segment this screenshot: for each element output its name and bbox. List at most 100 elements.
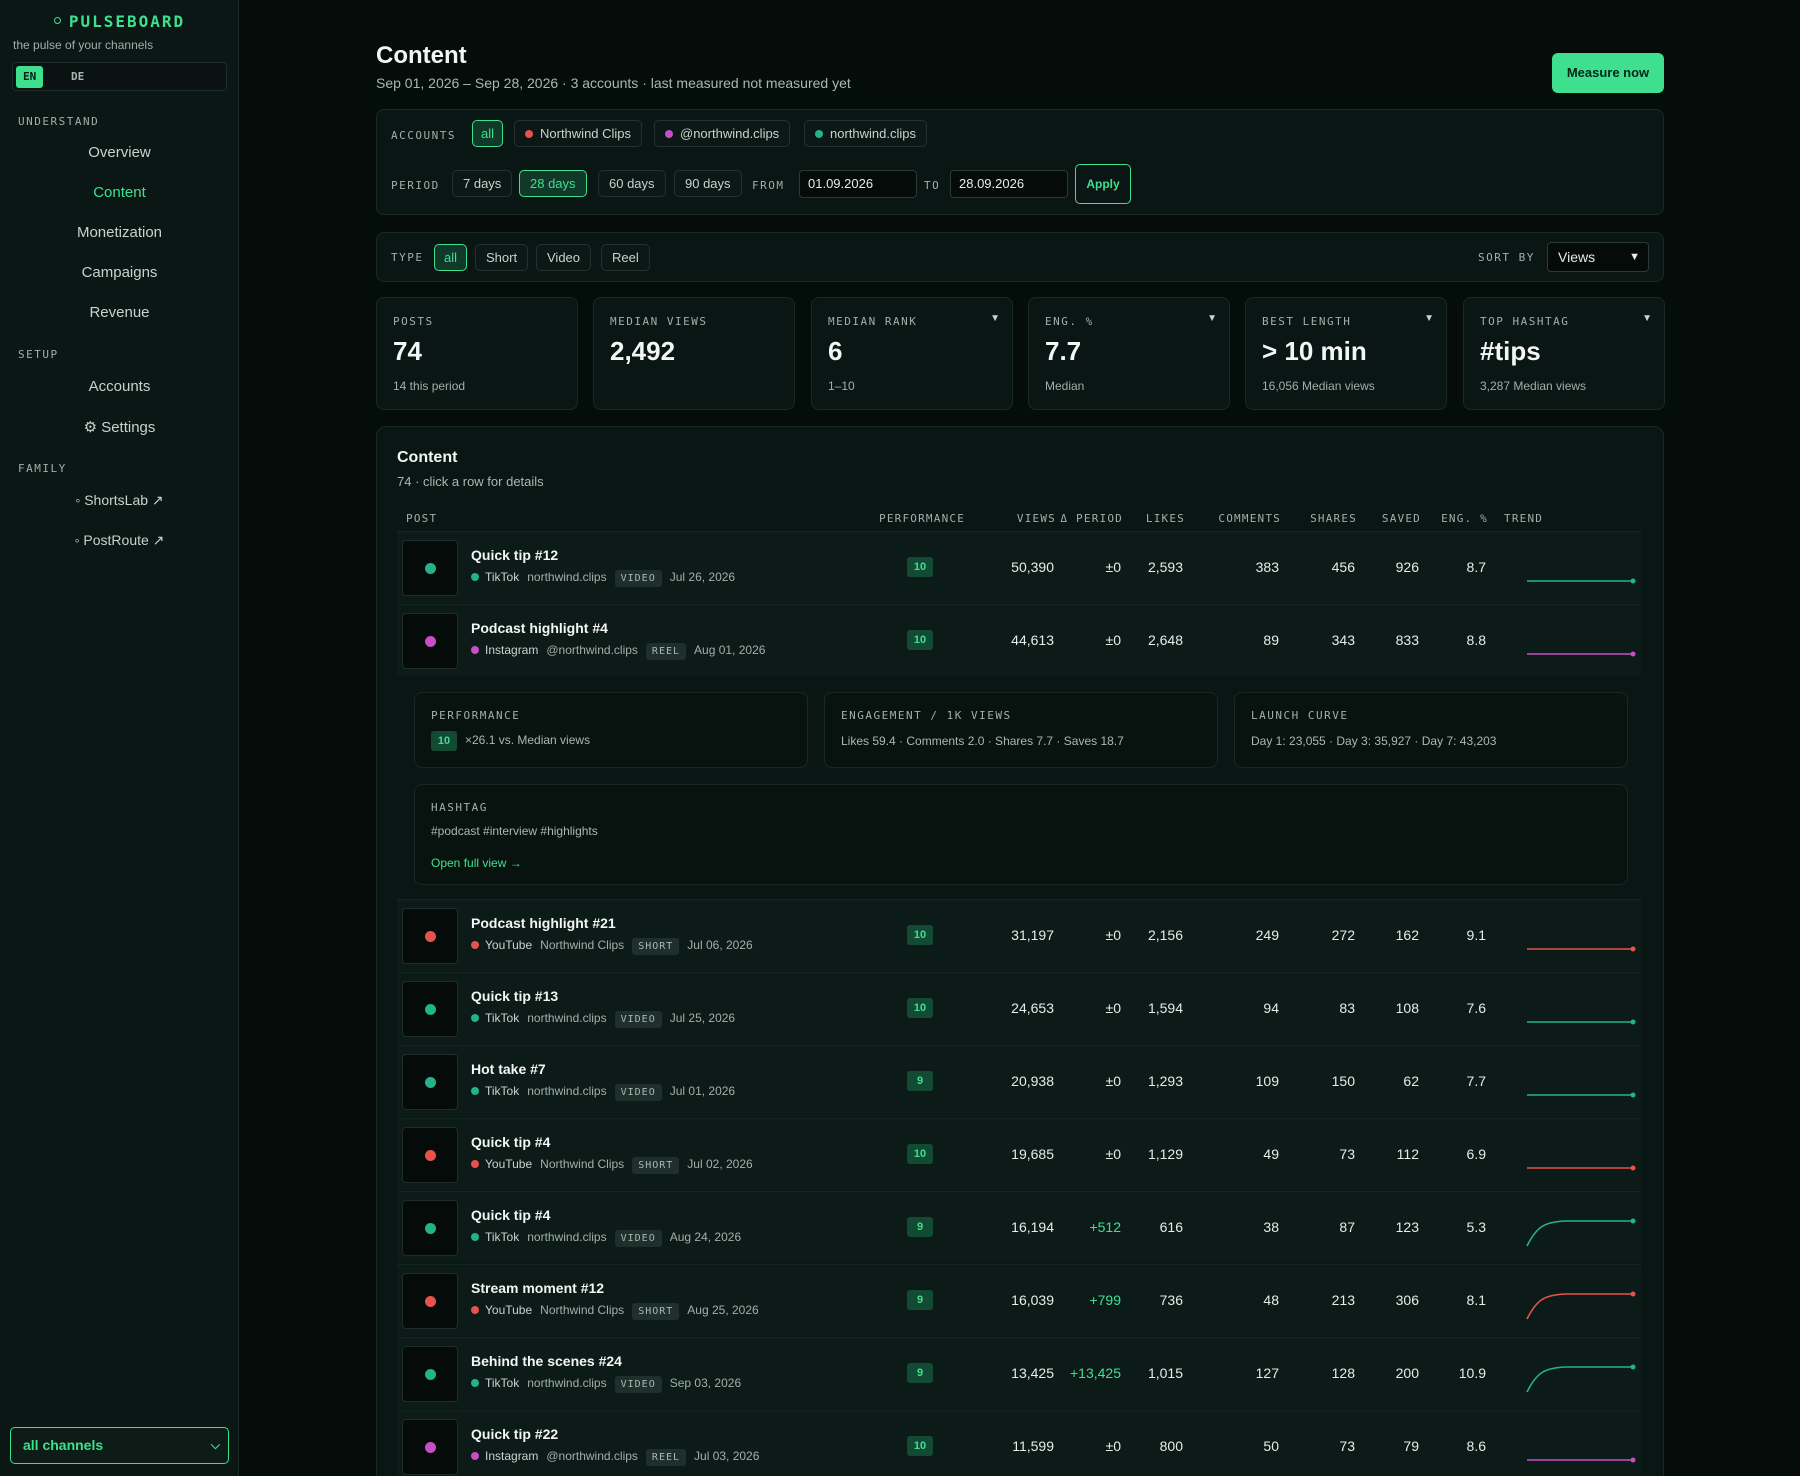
platform-dot-icon <box>471 645 479 654</box>
post-title: Quick tip #22 <box>471 1426 559 1442</box>
column-header-trend: TREND <box>1504 512 1544 525</box>
post-account: northwind.clips <box>527 1011 607 1025</box>
post-platform: Instagram <box>485 643 539 657</box>
kpi-card-median-rank[interactable]: MEDIAN RANK ▼ 6 1–10 <box>811 297 1013 410</box>
brand-logo[interactable]: PULSEBOARD <box>0 12 239 31</box>
dropdown-triangle-icon[interactable]: ▼ <box>1424 313 1434 324</box>
table-row[interactable]: Behind the scenes #24 TikTok northwind.cli… <box>397 1337 1641 1409</box>
post-title: Quick tip #13 <box>471 988 559 1004</box>
post-thumbnail <box>402 1419 458 1475</box>
column-header-comments[interactable]: COMMENTS <box>1218 512 1281 525</box>
post-title: Stream moment #12 <box>471 1280 605 1296</box>
account-chip-all[interactable]: all <box>472 120 504 147</box>
account-chip-instagram[interactable]: @northwind.clips <box>654 120 791 147</box>
period-chip-7-days[interactable]: 7 days <box>452 170 513 197</box>
trend-end-point <box>1630 1218 1636 1224</box>
performance-badge: 10 <box>907 1144 933 1164</box>
type-chip-video[interactable]: Video <box>536 244 592 271</box>
nav-item-shortslab[interactable]: ◦ ShortsLab ↗ <box>0 492 239 509</box>
cell-shares: 456 <box>1331 559 1355 575</box>
table-row[interactable]: Quick tip #4 TikTok northwind.clips VIDEO Au… <box>397 1191 1641 1263</box>
kpi-card-top-hashtag[interactable]: TOP HASHTAG ▼ #tips 3,287 Median views <box>1463 297 1665 410</box>
column-header-performance[interactable]: PERFORMANCE <box>879 512 965 525</box>
column-header-likes[interactable]: LIKES <box>1146 512 1185 525</box>
platform-dot-icon <box>471 1013 479 1022</box>
column-header-eng[interactable]: ENG. % <box>1441 512 1488 525</box>
nav-item-overview[interactable]: Overview <box>0 144 239 161</box>
nav-item-monetization[interactable]: Monetization <box>0 224 239 241</box>
trend-line <box>1526 1366 1633 1393</box>
table-row[interactable]: Hot take #7 TikTok northwind.clips VIDEO Jul… <box>397 1045 1641 1117</box>
dropdown-triangle-icon[interactable]: ▼ <box>1642 313 1652 324</box>
column-header-post[interactable]: POST <box>406 512 437 525</box>
performance-badge: 9 <box>907 1217 933 1237</box>
cell-saved: 200 <box>1395 1365 1419 1381</box>
period-chip-60-days[interactable]: 60 days <box>598 170 666 197</box>
cell-saved: 833 <box>1395 632 1419 648</box>
cell-views: 31,197 <box>1011 927 1054 943</box>
open-full-view-link[interactable]: Open full view → <box>431 856 522 870</box>
cell-saved: 62 <box>1403 1073 1419 1089</box>
post-account: northwind.clips <box>527 570 607 584</box>
lang-en-button[interactable]: EN <box>16 66 44 88</box>
post-thumbnail <box>402 613 458 669</box>
dropdown-triangle-icon[interactable]: ▼ <box>1207 313 1217 324</box>
nav-section-setup: SETUP <box>18 348 59 361</box>
post-meta: TikTok northwind.clips VIDEO Jul 26, 2026 <box>471 570 735 587</box>
column-header-saved[interactable]: SAVED <box>1382 512 1421 525</box>
kpi-card-eng[interactable]: ENG. % ▼ 7.7 Median <box>1028 297 1230 410</box>
column-header-shares[interactable]: SHARES <box>1310 512 1357 525</box>
account-chip-northwind-clips[interactable]: Northwind Clips <box>514 120 643 147</box>
lang-de-button[interactable]: DE <box>64 66 91 88</box>
cell-comments: 94 <box>1263 1000 1279 1016</box>
column-header-delta-period[interactable]: Δ PERIOD <box>1060 512 1123 525</box>
table-row[interactable]: Quick tip #12 TikTok northwind.clips VIDEO J… <box>397 531 1641 603</box>
post-account: Northwind Clips <box>540 1157 625 1171</box>
channel-select[interactable]: all channels ⌵ <box>10 1427 229 1464</box>
account-chip-tiktok[interactable]: northwind.clips <box>804 120 927 147</box>
table-row[interactable]: Quick tip #22 Instagram @northwind.clips RE… <box>397 1410 1641 1476</box>
cell-delta-period: ±0 <box>1105 632 1121 648</box>
nav-item-campaigns[interactable]: Campaigns <box>0 264 239 281</box>
type-chip-reel[interactable]: Reel <box>601 244 650 271</box>
kpi-value: 7.7 <box>1045 336 1082 366</box>
measure-now-button[interactable]: Measure now <box>1552 53 1664 93</box>
type-chip-short[interactable]: Short <box>475 244 529 271</box>
sort-by-select[interactable]: Views ▼ <box>1547 242 1649 272</box>
nav-item-accounts[interactable]: Accounts <box>0 378 239 395</box>
nav-item-postroute[interactable]: ◦ PostRoute ↗ <box>0 532 239 549</box>
dropdown-triangle-icon[interactable]: ▼ <box>990 313 1000 324</box>
cell-comments: 89 <box>1263 632 1279 648</box>
table-row[interactable]: Quick tip #13 TikTok northwind.clips VIDEO J… <box>397 972 1641 1044</box>
from-date-input[interactable]: 01.09.2026 <box>799 170 917 198</box>
column-header-views[interactable]: VIEWS <box>1017 512 1056 525</box>
period-chip-28-days[interactable]: 28 days <box>519 170 587 197</box>
table-row[interactable]: Podcast highlight #21 YouTube Northwind Cl… <box>397 899 1641 971</box>
trend-sparkline <box>1527 946 1636 952</box>
kpi-card-best-length[interactable]: BEST LENGTH ▼ > 10 min 16,056 Median vie… <box>1245 297 1447 410</box>
kpi-label: POSTS <box>393 315 434 328</box>
post-date: Jul 03, 2026 <box>694 1449 760 1463</box>
chevron-down-icon: ⌵ <box>210 1438 220 1452</box>
nav-item-settings[interactable]: ⚙ Settings <box>0 418 239 436</box>
cell-comments: 50 <box>1263 1438 1279 1454</box>
period-chip-90-days[interactable]: 90 days <box>674 170 742 197</box>
to-date-input[interactable]: 28.09.2026 <box>950 170 1068 198</box>
cell-eng: 7.6 <box>1466 1000 1486 1016</box>
post-meta: Instagram @northwind.clips REEL Aug 01, 202… <box>471 643 765 660</box>
cell-saved: 306 <box>1395 1292 1419 1308</box>
type-chip-all[interactable]: all <box>434 244 468 271</box>
nav-item-revenue[interactable]: Revenue <box>0 304 239 321</box>
post-thumbnail <box>402 1127 458 1183</box>
kpi-value: 6 <box>828 336 843 366</box>
table-row[interactable]: Stream moment #12 YouTube Northwind Clips S… <box>397 1264 1641 1336</box>
trend-sparkline <box>1526 1291 1636 1320</box>
cell-views: 16,194 <box>1011 1219 1054 1235</box>
detail-label: ENGAGEMENT / 1K VIEWS <box>841 709 1012 722</box>
table-row[interactable]: Quick tip #4 YouTube Northwind Clips SHORT J… <box>397 1118 1641 1190</box>
table-row[interactable]: Podcast highlight #4 Instagram @northwind.… <box>397 604 1641 676</box>
cell-shares: 87 <box>1339 1219 1355 1235</box>
apply-button[interactable]: Apply <box>1075 164 1131 204</box>
post-meta: YouTube Northwind Clips SHORT Jul 02, 2026 <box>471 1157 753 1174</box>
nav-item-content[interactable]: Content <box>0 184 239 201</box>
